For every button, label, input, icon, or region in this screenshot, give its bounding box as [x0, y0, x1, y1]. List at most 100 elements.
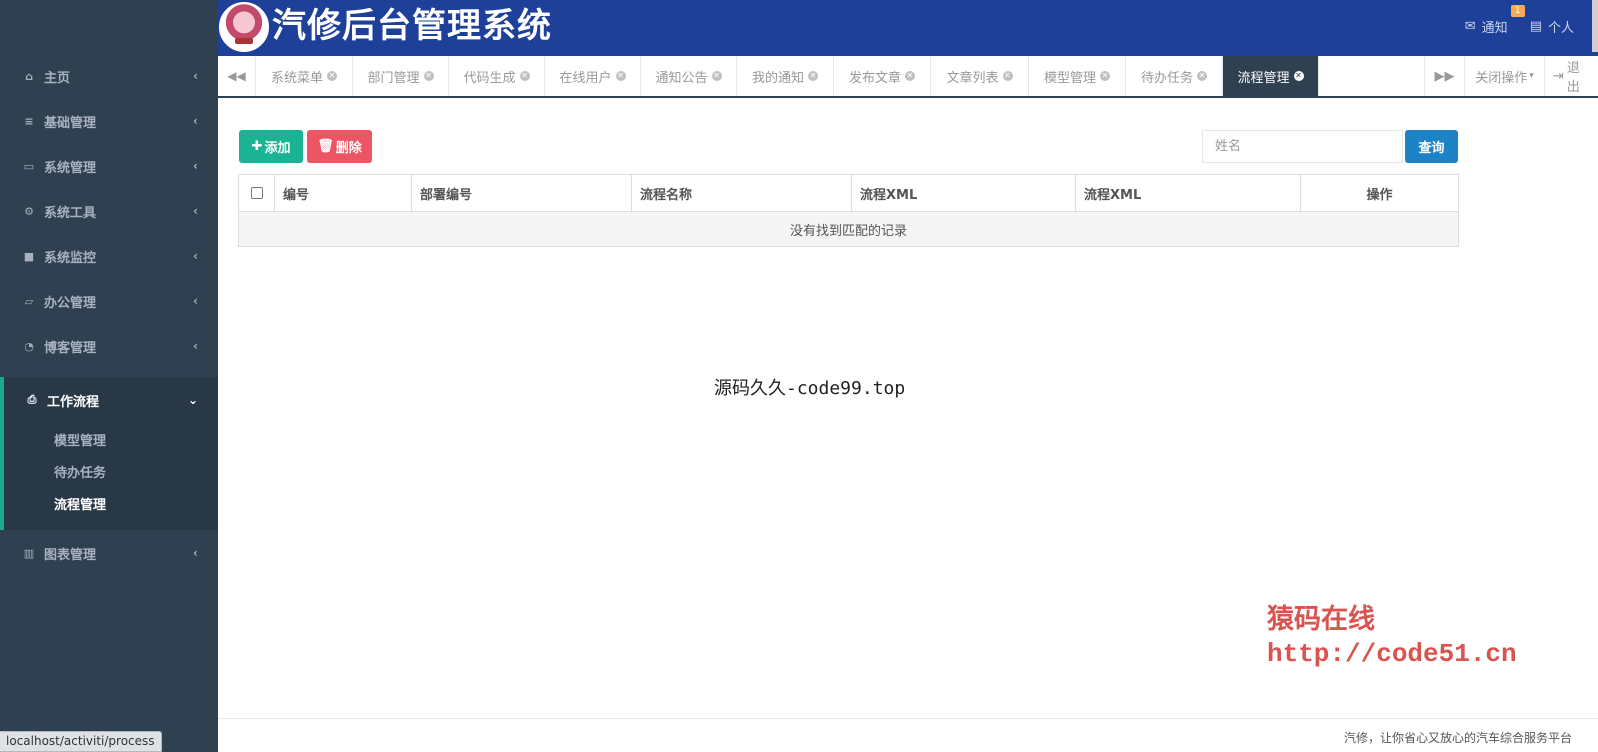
tab-scroll-right-button[interactable]: ▶▶ [1424, 56, 1464, 96]
rss-icon: ◔ [24, 339, 34, 353]
add-button[interactable]: ✚ 添加 [239, 130, 303, 163]
close-icon[interactable]: ✕ [615, 71, 626, 81]
footer: 汽修，让你省心又放心的汽车综合服务平台 [218, 718, 1598, 752]
sidebar-group-workflow: ⎙ 工作流程 ⌄ 模型管理 待办任务 流程管理 [0, 377, 218, 530]
sidebar-item-charts[interactable]: ▥ 图表管理 ‹ [0, 530, 218, 576]
process-table: 编号 部署编号 流程名称 流程XML 流程XML 操作 没有找到匹配的记录 [238, 174, 1459, 247]
select-all-header [238, 174, 275, 212]
table-row: 没有找到匹配的记录 [238, 211, 1459, 247]
sidebar-item-label: 系统管理 [44, 160, 97, 176]
video-camera-icon: ■ [23, 249, 35, 263]
tab-scroll-left-button[interactable]: ◀◀ [218, 56, 256, 96]
select-all-checkbox[interactable] [250, 187, 263, 199]
sidebar: ⌂ 主页 ‹ ≡ 基础管理 ‹ ▭ 系统管理 ‹ ⚙ 系统工具 ‹ ■ 系统监控… [0, 0, 218, 752]
chevron-down-icon: ⌄ [187, 393, 198, 407]
close-icon[interactable]: ✕ [1197, 71, 1207, 81]
personal-link[interactable]: ▤ 个人 [1530, 17, 1574, 36]
tab-item[interactable]: 代码生成 ✕ [449, 56, 545, 96]
sidebar-item-tools[interactable]: ⚙ 系统工具 ‹ [0, 188, 218, 234]
close-operations-dropdown[interactable]: 关闭操作 ▾ [1464, 56, 1544, 96]
close-icon[interactable]: ✕ [808, 71, 818, 81]
tab-item[interactable]: 待办任务 ✕ [1126, 56, 1223, 96]
scrollbar[interactable] [1592, 0, 1598, 52]
notify-link[interactable]: ✉ 通知 1 [1464, 4, 1525, 36]
sidebar-item-label: 基础管理 [44, 115, 97, 131]
watermark-red-title: 猿码在线 [1267, 604, 1375, 635]
chevron-left-icon: ‹ [193, 204, 198, 218]
sidebar-item-workflow[interactable]: ⎙ 工作流程 ⌄ [4, 377, 218, 423]
top-header: 汽修后台管理系统 ✉ 通知 1 ▤ 个人 [218, 0, 1598, 56]
logout-button[interactable]: ⇥ 退出 [1544, 56, 1598, 96]
forward-icon: ▶▶ [1434, 68, 1455, 84]
close-icon[interactable]: ✕ [1002, 71, 1013, 81]
sidebar-item-office[interactable]: ▱ 办公管理 ‹ [0, 278, 218, 324]
footer-text: 汽修，让你省心又放心的汽车综合服务平台 [1343, 731, 1572, 745]
tab-item[interactable]: 通知公告 ✕ [641, 56, 737, 96]
gear-icon: ⚙ [24, 204, 34, 218]
sidebar-item-monitor[interactable]: ■ 系统监控 ‹ [0, 233, 218, 279]
tab-item-active[interactable]: 流程管理 ✕ [1223, 56, 1319, 96]
list-icon: ≡ [24, 114, 34, 128]
backward-icon: ◀◀ [227, 69, 246, 83]
trash-icon: 🗑 [317, 139, 334, 154]
sidebar-item-label: 系统监控 [44, 250, 97, 266]
close-icon[interactable]: ✕ [711, 71, 722, 81]
main-content: ✚ 添加 🗑 删除 查询 编号 部署编号 流程名称 流程XML 流程XML 操作… [218, 98, 1598, 718]
laptop-icon: ▱ [24, 294, 34, 308]
sidebar-subitem-todo[interactable]: 待办任务 [4, 455, 218, 487]
column-header[interactable]: 流程名称 [631, 174, 852, 212]
tab-item[interactable]: 文章列表 ✕ [931, 56, 1029, 96]
home-icon: ⌂ [25, 69, 33, 83]
query-button[interactable]: 查询 [1405, 130, 1458, 163]
notify-badge: 1 [1510, 4, 1525, 17]
print-icon: ⎙ [27, 393, 37, 406]
close-icon[interactable]: ✕ [519, 71, 530, 81]
tab-item[interactable]: 系统菜单 ✕ [256, 56, 353, 96]
tab-item[interactable]: 部门管理 ✕ [353, 56, 449, 96]
close-icon[interactable]: ✕ [905, 71, 915, 81]
watermark-red-url: http://code51.cn [1267, 639, 1517, 669]
column-header: 操作 [1300, 174, 1459, 212]
sidebar-item-basic[interactable]: ≡ 基础管理 ‹ [0, 98, 218, 144]
caret-down-icon: ▾ [1529, 71, 1534, 81]
watermark-center: 源码久久-code99.top [714, 378, 906, 399]
sidebar-item-label: 博客管理 [44, 340, 97, 356]
table-header-row: 编号 部署编号 流程名称 流程XML 流程XML 操作 [238, 174, 1459, 212]
tab-bar: ◀◀ 系统菜单 ✕ 部门管理 ✕ 代码生成 ✕ 在线用户 ✕ 通知公告 ✕ 我的通知 ✕ 发… [218, 56, 1598, 98]
sidebar-subitem-model[interactable]: 模型管理 [4, 423, 218, 455]
chevron-left-icon: ‹ [193, 159, 198, 173]
tab-list: 系统菜单 ✕ 部门管理 ✕ 代码生成 ✕ 在线用户 ✕ 通知公告 ✕ 我的通知 ✕ 发布文章… [256, 56, 1319, 96]
chevron-left-icon: ‹ [193, 249, 198, 263]
sidebar-item-system[interactable]: ▭ 系统管理 ‹ [0, 143, 218, 189]
column-header[interactable]: 流程XML [851, 174, 1076, 212]
column-header[interactable]: 编号 [274, 174, 412, 212]
sidebar-item-blog[interactable]: ◔ 博客管理 ‹ [0, 323, 218, 369]
delete-button[interactable]: 🗑 删除 [307, 130, 372, 163]
tab-item[interactable]: 模型管理 ✕ [1029, 56, 1126, 96]
close-icon[interactable]: ✕ [327, 71, 337, 81]
sidebar-item-label: 系统工具 [44, 205, 97, 221]
chevron-left-icon: ‹ [193, 546, 198, 560]
bar-chart-icon: ▥ [23, 546, 35, 560]
tab-item[interactable]: 在线用户 ✕ [545, 56, 641, 96]
chevron-left-icon: ‹ [193, 339, 198, 353]
column-header[interactable]: 流程XML [1075, 174, 1301, 212]
sidebar-item-label: 主页 [44, 70, 71, 86]
app-title: 汽修后台管理系统 [272, 6, 552, 46]
name-search-input[interactable] [1202, 130, 1403, 163]
sign-out-icon: ⇥ [1553, 68, 1564, 84]
sidebar-subitem-process[interactable]: 流程管理 [4, 487, 218, 519]
tab-item[interactable]: 发布文章 ✕ [834, 56, 931, 96]
envelope-icon: ✉ [1464, 18, 1476, 34]
status-bar-url: localhost/activiti/process [0, 731, 162, 752]
logo-avatar [219, 2, 269, 52]
close-icon[interactable]: ✕ [1293, 71, 1304, 81]
close-icon[interactable]: ✕ [1100, 71, 1110, 81]
sidebar-item-home[interactable]: ⌂ 主页 ‹ [0, 53, 218, 99]
column-header[interactable]: 部署编号 [411, 174, 632, 212]
plus-icon: ✚ [251, 139, 263, 154]
chevron-left-icon: ‹ [193, 294, 198, 308]
notify-label: 通知 [1481, 20, 1508, 36]
close-icon[interactable]: ✕ [423, 71, 434, 81]
tab-item[interactable]: 我的通知 ✕ [737, 56, 834, 96]
